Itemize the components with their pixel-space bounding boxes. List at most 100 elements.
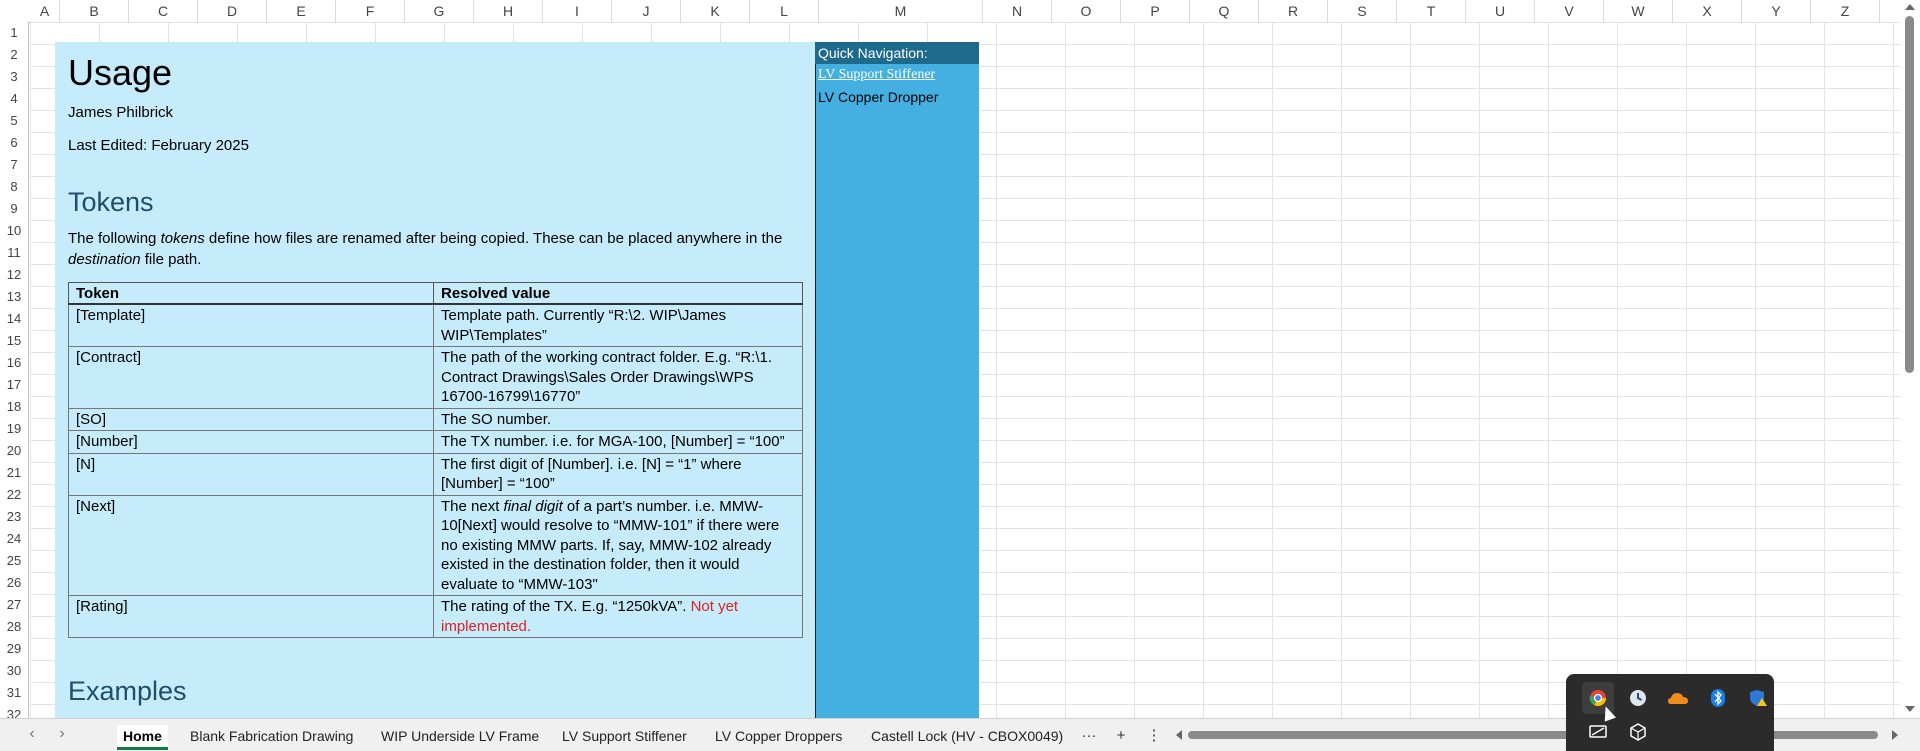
nav-link-lv-copper-dropper[interactable]: LV Copper Dropper (818, 89, 938, 105)
row-header-cell[interactable]: 20 (0, 443, 28, 458)
row-header-cell[interactable]: 19 (0, 421, 28, 436)
row-header-cell[interactable]: 13 (0, 289, 28, 304)
row-header-cell[interactable]: 22 (0, 487, 28, 502)
row-header-cell[interactable]: 11 (0, 245, 28, 260)
row-header-cell[interactable]: 5 (0, 113, 28, 128)
tab-castell-lock[interactable]: Castell Lock (HV - CBOX0049) (865, 725, 1069, 747)
column-header-cell[interactable]: R (1259, 0, 1328, 22)
value-cell[interactable]: Template path. Currently “R:\2. WIP\Jame… (433, 303, 803, 347)
column-header-cell[interactable]: T (1397, 0, 1466, 22)
value-cell[interactable]: The first digit of [Number]. i.e. [N] = … (433, 452, 803, 496)
token-cell[interactable]: [SO] (68, 407, 434, 431)
column-header-cell[interactable]: A (30, 0, 60, 22)
horizontal-scrollbar[interactable] (1176, 729, 1898, 741)
token-cell[interactable]: [Template] (68, 303, 434, 347)
column-header-cell[interactable]: L (750, 0, 819, 22)
column-header-cell[interactable]: G (405, 0, 474, 22)
row-header-cell[interactable]: 7 (0, 157, 28, 172)
tab-lv-support-stiffener[interactable]: LV Support Stiffener (556, 725, 693, 747)
token-cell[interactable]: [N] (68, 452, 434, 496)
row-header-cell[interactable]: 26 (0, 575, 28, 590)
row-header-cell[interactable]: 23 (0, 509, 28, 524)
clock-app-icon[interactable] (1622, 682, 1654, 714)
row-header-cell[interactable]: 12 (0, 267, 28, 282)
column-header-cell[interactable]: P (1121, 0, 1190, 22)
cloud-icon[interactable] (1662, 682, 1694, 714)
row-header-cell[interactable]: 25 (0, 553, 28, 568)
column-header-cell[interactable]: U (1466, 0, 1535, 22)
scroll-right-icon[interactable] (1892, 730, 1898, 740)
tab-prev-icon[interactable]: ‹ (22, 725, 42, 743)
column-header-cell[interactable]: Q (1190, 0, 1259, 22)
row-header-cell[interactable]: 24 (0, 531, 28, 546)
column-header-cell[interactable]: N (983, 0, 1052, 22)
column-header-cell[interactable]: V (1535, 0, 1604, 22)
row-header-cell[interactable]: 3 (0, 69, 28, 84)
add-sheet-button[interactable]: + (1109, 725, 1133, 747)
row-header-cell[interactable]: 9 (0, 201, 28, 216)
bluetooth-icon[interactable] (1702, 682, 1734, 714)
row-header-cell[interactable]: 1 (0, 25, 28, 40)
shield-warning-icon[interactable] (1742, 682, 1774, 714)
tab-next-icon[interactable]: › (52, 725, 72, 743)
token-cell[interactable]: [Rating] (68, 595, 434, 638)
row-header-cell[interactable]: 27 (0, 597, 28, 612)
horizontal-scroll-thumb[interactable] (1188, 731, 1878, 739)
scroll-left-icon[interactable] (1176, 730, 1182, 740)
column-header-cell[interactable]: D (198, 0, 267, 22)
column-header-cell[interactable]: J (612, 0, 681, 22)
column-header-cell[interactable]: C (129, 0, 198, 22)
display-icon[interactable] (1582, 716, 1614, 748)
tab-blank-fabrication-drawing[interactable]: Blank Fabrication Drawing (184, 725, 359, 747)
sheet-options-icon[interactable]: ⋮ (1142, 725, 1166, 747)
vertical-scroll-thumb[interactable] (1905, 16, 1914, 373)
vertical-scrollbar[interactable] (1900, 0, 1920, 718)
column-header-cell[interactable]: Z (1811, 0, 1880, 22)
column-header-cell[interactable]: F (336, 0, 405, 22)
tab-lv-copper-droppers[interactable]: LV Copper Droppers (709, 725, 848, 747)
row-header-cell[interactable]: 28 (0, 619, 28, 634)
column-header-cell[interactable]: W (1604, 0, 1673, 22)
row-header-cell[interactable]: 16 (0, 355, 28, 370)
scroll-down-icon[interactable] (1905, 706, 1915, 712)
column-header-cell[interactable]: B (60, 0, 129, 22)
token-cell[interactable]: [Next] (68, 494, 434, 596)
column-header-cell[interactable]: H (474, 0, 543, 22)
column-header-cell[interactable]: Y (1742, 0, 1811, 22)
token-cell[interactable]: [Contract] (68, 346, 434, 409)
row-header-cell[interactable]: 4 (0, 91, 28, 106)
system-tray-overflow (1566, 674, 1774, 751)
row-header-cell[interactable]: 6 (0, 135, 28, 150)
row-header-cell[interactable]: 15 (0, 333, 28, 348)
scroll-up-icon[interactable] (1905, 4, 1915, 10)
row-header-cell[interactable]: 30 (0, 663, 28, 678)
value-cell[interactable]: The SO number. (433, 407, 803, 431)
row-header-cell[interactable]: 32 (0, 707, 28, 718)
token-cell[interactable]: [Number] (68, 430, 434, 454)
column-header-cell[interactable]: X (1673, 0, 1742, 22)
row-header-cell[interactable]: 31 (0, 685, 28, 700)
value-cell[interactable]: The path of the working contract folder.… (433, 346, 803, 409)
tab-wip-underside-lv-frame[interactable]: WIP Underside LV Frame (375, 725, 545, 747)
value-cell[interactable]: The TX number. i.e. for MGA-100, [Number… (433, 430, 803, 454)
row-header-cell[interactable]: 14 (0, 311, 28, 326)
row-header-cell[interactable]: 29 (0, 641, 28, 656)
column-header-cell[interactable]: O (1052, 0, 1121, 22)
package-icon[interactable] (1622, 716, 1654, 748)
row-header-cell[interactable]: 17 (0, 377, 28, 392)
column-header-cell[interactable]: M (819, 0, 983, 22)
column-header-cell[interactable]: K (681, 0, 750, 22)
value-cell[interactable]: The next final digit of a part’s number.… (433, 494, 803, 596)
row-header-cell[interactable]: 10 (0, 223, 28, 238)
row-header-cell[interactable]: 8 (0, 179, 28, 194)
nav-link-lv-support-stiffener[interactable]: LV Support Stiffener (818, 67, 935, 83)
value-cell[interactable]: The rating of the TX. E.g. “1250kVA”. No… (433, 595, 803, 638)
column-header-cell[interactable]: S (1328, 0, 1397, 22)
column-header-cell[interactable]: I (543, 0, 612, 22)
row-header-cell[interactable]: 2 (0, 47, 28, 62)
row-header-cell[interactable]: 18 (0, 399, 28, 414)
more-sheets-icon[interactable]: ··· (1077, 725, 1101, 747)
row-header-cell[interactable]: 21 (0, 465, 28, 480)
column-header-cell[interactable]: E (267, 0, 336, 22)
tab-home[interactable]: Home (117, 725, 168, 750)
